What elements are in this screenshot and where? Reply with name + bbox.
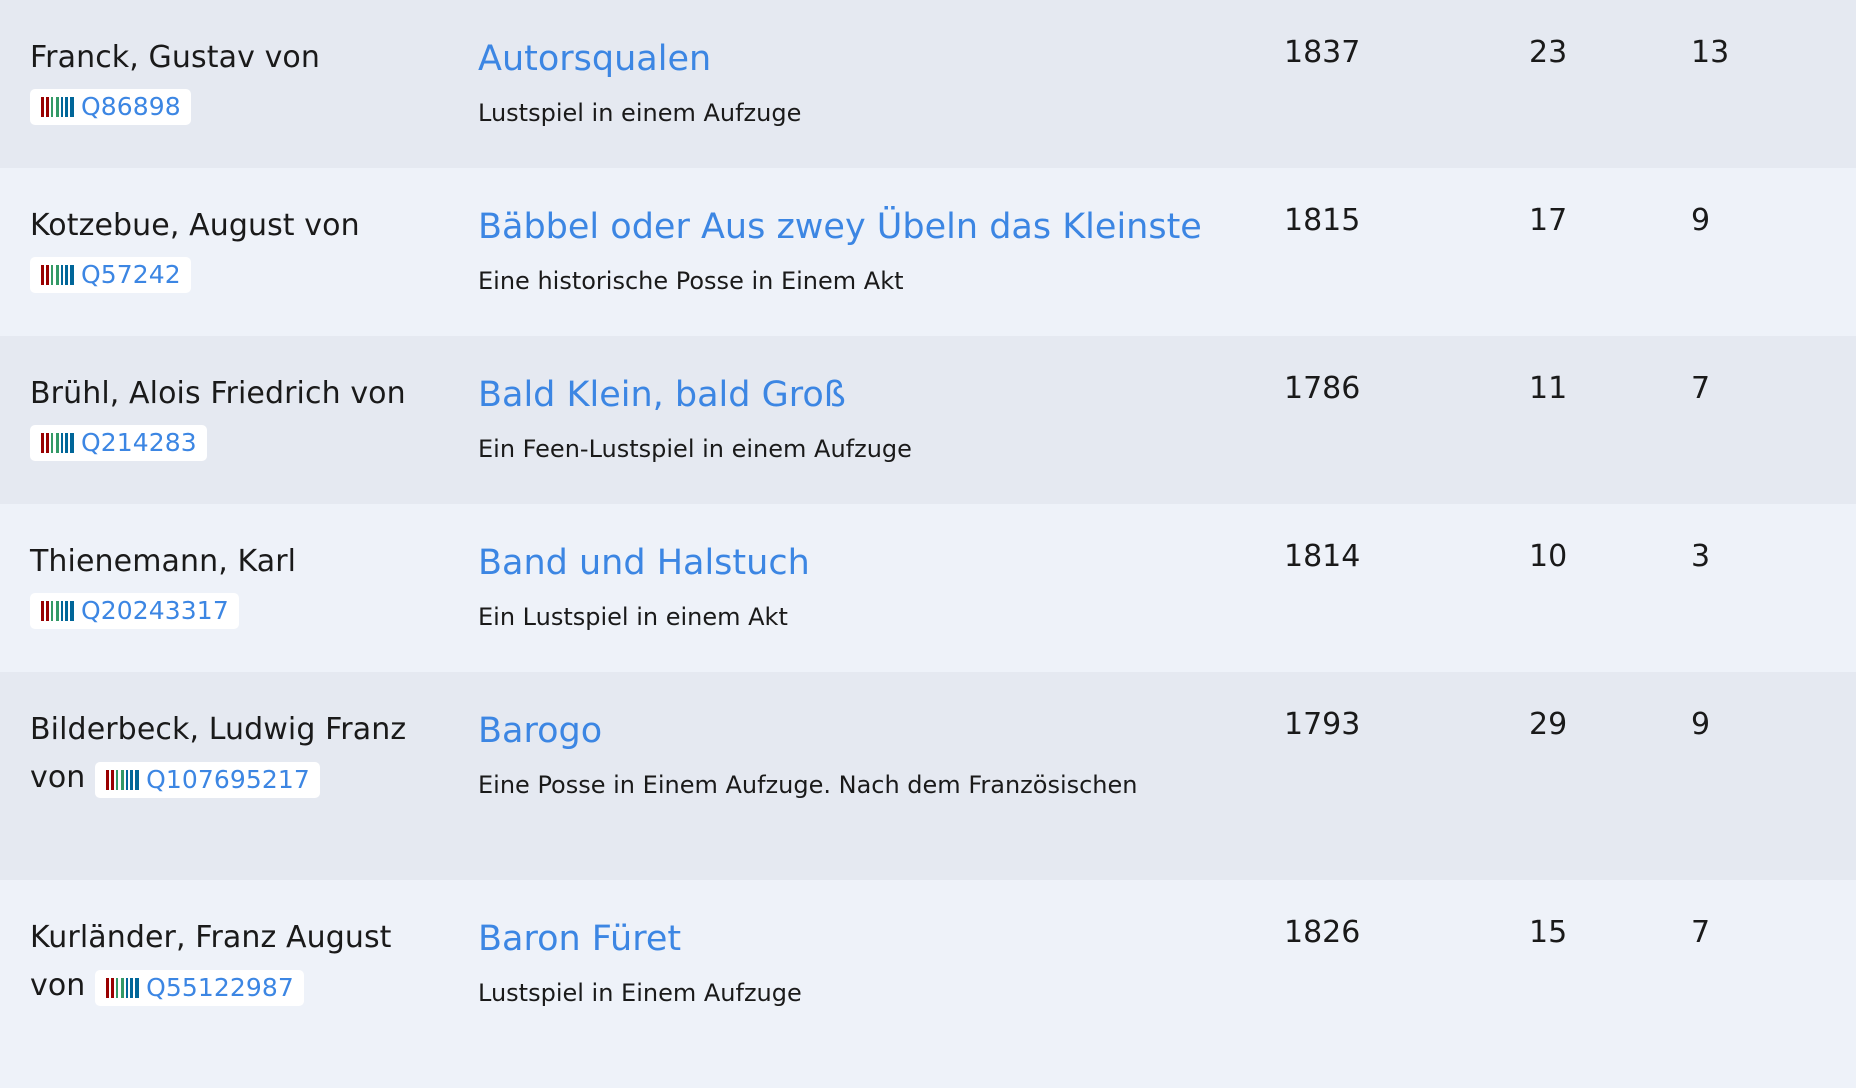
author-cell: Bilderbeck, Ludwig Franz von Q107695217: [30, 706, 440, 802]
author-cell: Brühl, Alois Friedrich von Q214283: [30, 370, 440, 466]
wikidata-link[interactable]: Q55122987: [95, 969, 304, 1006]
wikidata-link[interactable]: Q107695217: [95, 761, 320, 798]
table-row: Franck, Gustav von Q86898 Autorsqualen L…: [0, 0, 1856, 168]
year-cell: 1814: [1284, 539, 1361, 574]
author-cell: Kurländer, Franz August von Q55122987: [30, 914, 440, 1010]
wikidata-logo-icon: [41, 96, 74, 117]
play-subtitle: Lustspiel in Einem Aufzuge: [478, 979, 802, 1007]
play-title-link[interactable]: Autorsqualen: [478, 36, 1258, 82]
author-cell: Thienemann, Karl Q20243317: [30, 538, 440, 634]
play-title-link[interactable]: Bäbbel oder Aus zwey Übeln das Kleinste: [478, 204, 1258, 250]
wikidata-logo-icon: [41, 432, 74, 453]
table-row: Brühl, Alois Friedrich von Q214283 Bald …: [0, 336, 1856, 504]
table-row: Kurländer, Franz August von Q55122987 Ba…: [0, 880, 1856, 1088]
title-cell: Band und Halstuch Ein Lustspiel in einem…: [478, 538, 1258, 634]
title-cell: Barogo Eine Posse in Einem Aufzuge. Nach…: [478, 706, 1258, 802]
count-cell: 17: [1529, 203, 1568, 238]
wikidata-logo-icon: [41, 264, 74, 285]
wikidata-link[interactable]: Q20243317: [30, 592, 239, 629]
author-name: Brühl, Alois Friedrich von: [30, 376, 406, 411]
author-name: Kotzebue, August von: [30, 208, 360, 243]
play-subtitle: Eine Posse in Einem Aufzuge. Nach dem Fr…: [478, 771, 1138, 799]
title-cell: Bäbbel oder Aus zwey Übeln das Kleinste …: [478, 202, 1258, 298]
play-title-link[interactable]: Bald Klein, bald Groß: [478, 372, 1258, 418]
count-cell: 15: [1529, 915, 1568, 950]
count-cell: 29: [1529, 707, 1568, 742]
wikidata-id: Q55122987: [146, 972, 294, 1002]
author-name: Franck, Gustav von: [30, 40, 320, 75]
year-cell: 1793: [1284, 707, 1361, 742]
wikidata-logo-icon: [106, 769, 140, 790]
wikidata-link[interactable]: Q57242: [30, 256, 191, 293]
play-title-link[interactable]: Barogo: [478, 708, 1258, 754]
wikidata-id: Q86898: [81, 91, 181, 121]
wikidata-id: Q214283: [81, 427, 197, 457]
wikidata-id: Q20243317: [81, 595, 229, 625]
table-row: Thienemann, Karl Q20243317 Band und Hals…: [0, 504, 1856, 672]
play-subtitle: Ein Lustspiel in einem Akt: [478, 603, 788, 631]
play-title-link[interactable]: Band und Halstuch: [478, 540, 1258, 586]
count-cell: 9: [1691, 707, 1711, 742]
wikidata-logo-icon: [41, 600, 74, 621]
author-name: Thienemann, Karl: [30, 544, 297, 579]
play-subtitle: Ein Feen-Lustspiel in einem Aufzuge: [478, 435, 912, 463]
count-cell: 11: [1529, 371, 1568, 406]
table-row: Bilderbeck, Ludwig Franz von Q107695217 …: [0, 672, 1856, 880]
wikidata-logo-icon: [106, 977, 140, 998]
plays-table: Franck, Gustav von Q86898 Autorsqualen L…: [0, 0, 1856, 1088]
title-cell: Bald Klein, bald Groß Ein Feen-Lustspiel…: [478, 370, 1258, 466]
year-cell: 1815: [1284, 203, 1361, 238]
author-cell: Kotzebue, August von Q57242: [30, 202, 440, 298]
play-title-link[interactable]: Baron Füret: [478, 916, 1258, 962]
count-cell: 7: [1691, 371, 1711, 406]
wikidata-id: Q57242: [81, 259, 181, 289]
author-cell: Franck, Gustav von Q86898: [30, 34, 440, 130]
count-cell: 13: [1691, 35, 1730, 70]
play-subtitle: Lustspiel in einem Aufzuge: [478, 99, 802, 127]
title-cell: Autorsqualen Lustspiel in einem Aufzuge: [478, 34, 1258, 130]
year-cell: 1837: [1284, 35, 1361, 70]
year-cell: 1786: [1284, 371, 1361, 406]
play-subtitle: Eine historische Posse in Einem Akt: [478, 267, 904, 295]
title-cell: Baron Füret Lustspiel in Einem Aufzuge: [478, 914, 1258, 1010]
count-cell: 9: [1691, 203, 1711, 238]
count-cell: 23: [1529, 35, 1568, 70]
wikidata-id: Q107695217: [146, 764, 310, 794]
table-row: Kotzebue, August von Q57242 Bäbbel oder …: [0, 168, 1856, 336]
count-cell: 7: [1691, 915, 1711, 950]
year-cell: 1826: [1284, 915, 1361, 950]
count-cell: 3: [1691, 539, 1711, 574]
wikidata-link[interactable]: Q86898: [30, 88, 191, 125]
count-cell: 10: [1529, 539, 1568, 574]
wikidata-link[interactable]: Q214283: [30, 424, 207, 461]
